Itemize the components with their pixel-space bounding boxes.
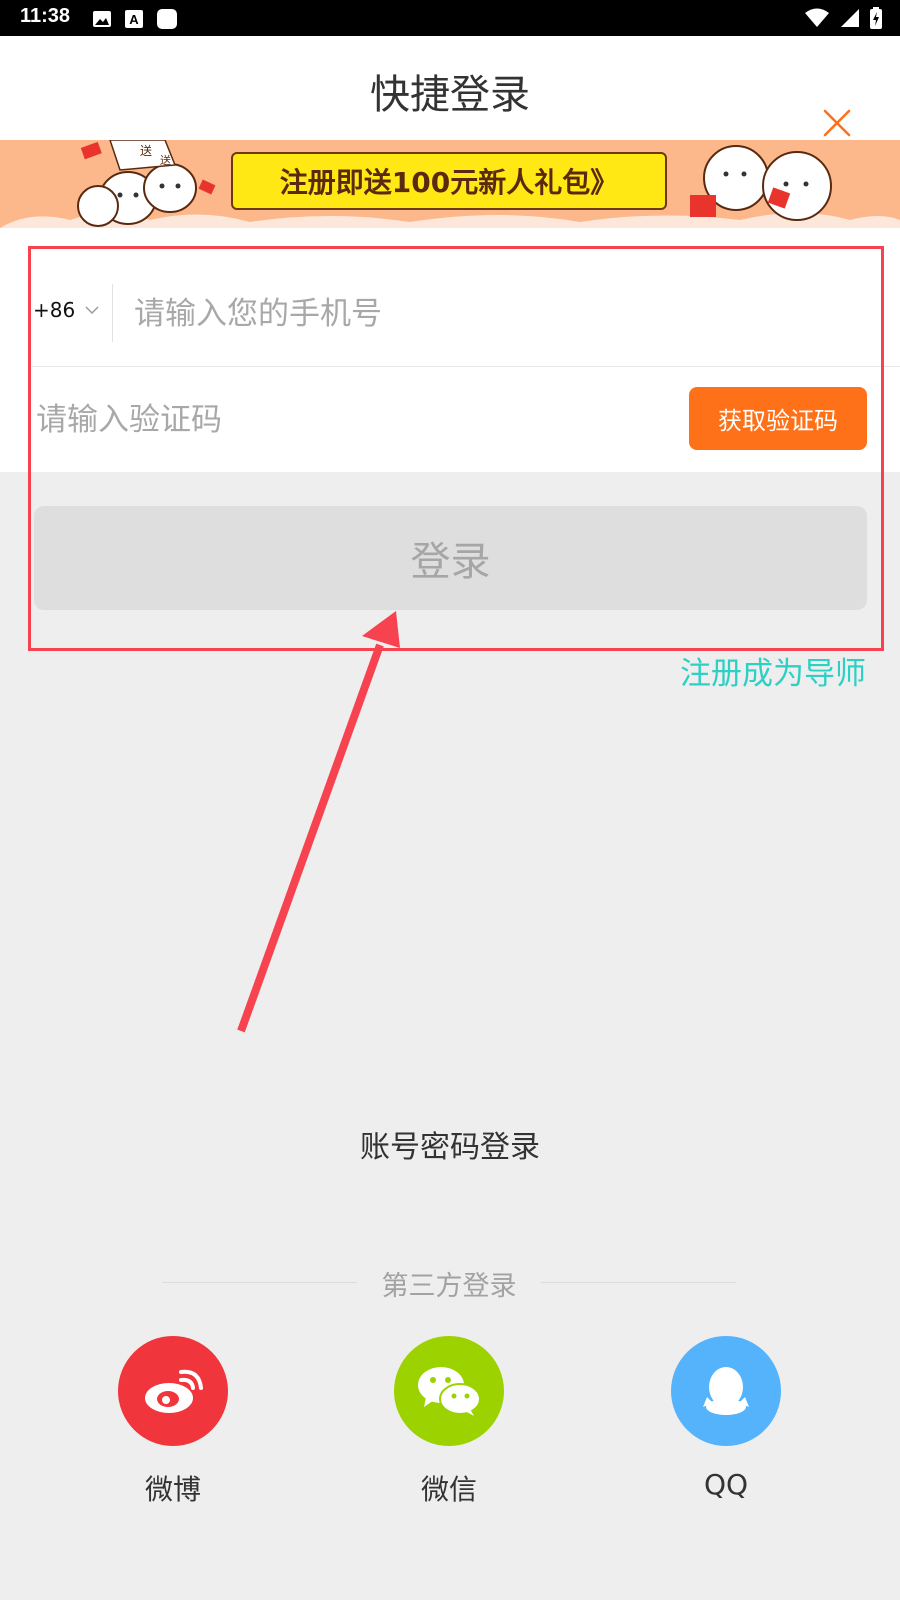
wifi-icon [805, 8, 829, 27]
qq-login[interactable]: QQ [671, 1336, 781, 1501]
wechat-icon[interactable] [394, 1336, 504, 1446]
verification-code-input[interactable] [34, 394, 638, 446]
qq-icon[interactable] [671, 1336, 781, 1446]
divider-line-right [541, 1282, 736, 1283]
login-button[interactable]: 登录 [34, 506, 867, 610]
battery-charging-icon [870, 7, 882, 29]
status-bar: 11:38 A [0, 0, 900, 36]
status-time: 11:38 [20, 5, 71, 27]
image-icon [93, 11, 111, 27]
wechat-label: 微信 [420, 1473, 477, 1506]
field-separator [112, 284, 113, 342]
weibo-login[interactable]: 微博 [118, 1336, 228, 1508]
promo-banner[interactable]: 送 送 注册即送100元新人礼包》 [0, 140, 900, 228]
svg-text:A: A [129, 12, 139, 27]
account-password-login-link[interactable]: 账号密码登录 [0, 1122, 900, 1166]
third-party-label: 第三方登录 [381, 1271, 517, 1302]
status-icons-right [804, 7, 882, 29]
weibo-label: 微博 [144, 1473, 201, 1506]
signal-icon [841, 9, 859, 27]
country-code-selector[interactable]: +86 [33, 298, 99, 322]
row-divider [32, 366, 900, 367]
mascot-right [703, 145, 832, 221]
svg-text:送: 送 [160, 153, 171, 167]
close-icon[interactable] [822, 108, 852, 138]
header: 快捷登录 [0, 36, 900, 140]
register-tutor-link[interactable]: 注册成为导师 [680, 648, 866, 693]
get-code-button[interactable]: 获取验证码 [689, 387, 867, 450]
banner-cta[interactable]: 注册即送100元新人礼包》 [231, 152, 667, 210]
qq-label: QQ [703, 1468, 749, 1501]
svg-text:送: 送 [140, 143, 152, 158]
wechat-login[interactable]: 微信 [394, 1336, 504, 1508]
app-icon [157, 9, 177, 29]
page-title: 快捷登录 [370, 72, 530, 118]
country-code: +86 [33, 298, 76, 322]
weibo-icon[interactable] [118, 1336, 228, 1446]
third-party-divider: 第三方登录 [162, 1262, 736, 1302]
phone-input[interactable] [132, 288, 856, 340]
font-a-icon: A [125, 10, 143, 28]
status-icons-left: A [92, 8, 178, 30]
chevron-down-icon [85, 306, 99, 315]
